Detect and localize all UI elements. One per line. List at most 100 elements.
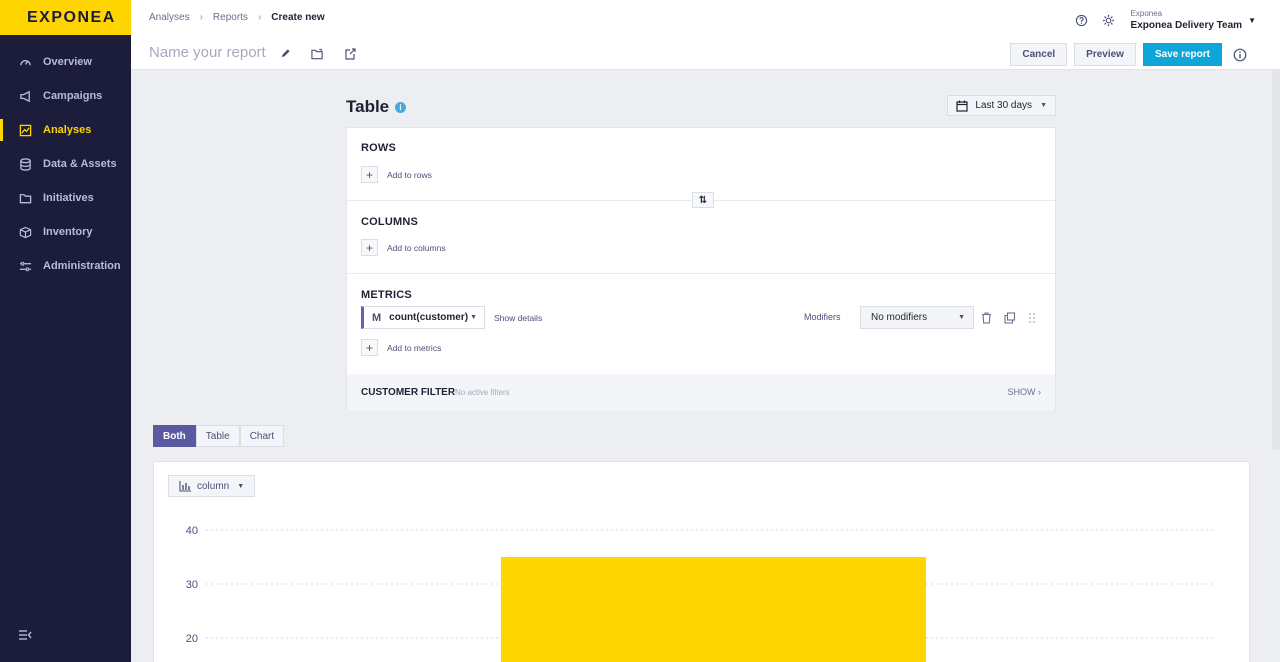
chart-type-value: column: [197, 480, 230, 492]
column-chart-icon: [179, 480, 191, 492]
metric-selector[interactable]: M count(customer) ▼: [361, 306, 485, 329]
chart-bar[interactable]: [501, 557, 926, 662]
exponea-logo[interactable]: EXPONEA: [27, 9, 116, 27]
top-bar: Analyses › Reports › Create new Exponea …: [131, 0, 1280, 70]
chevron-right-icon: ›: [199, 12, 203, 23]
tab-chart[interactable]: Chart: [239, 425, 285, 447]
sidebar-nav: Overview Campaigns Analyses Data & Asset…: [0, 45, 131, 283]
account-switcher[interactable]: Exponea Exponea Delivery Team: [1131, 8, 1243, 32]
rows-section: ROWS + Add to rows: [347, 128, 1055, 201]
y-tick-label: 20: [186, 633, 198, 645]
sidebar-item-label: Analyses: [43, 124, 92, 136]
tab-both[interactable]: Both: [153, 425, 196, 447]
add-to-metrics-button[interactable]: + Add to metrics: [361, 339, 441, 356]
sidebar-item-label: Administration: [43, 260, 121, 272]
info-badge-icon[interactable]: i: [395, 102, 406, 113]
settings-gear-icon[interactable]: [1102, 14, 1115, 27]
sidebar-item-analyses[interactable]: Analyses: [0, 113, 131, 147]
sliders-icon: [18, 259, 32, 273]
metric-row-tools: [981, 312, 1048, 324]
trash-icon[interactable]: [981, 312, 992, 324]
preview-button[interactable]: Preview: [1074, 43, 1136, 66]
customer-filter-show-toggle[interactable]: SHOW ›: [1007, 387, 1041, 397]
columns-section: COLUMNS + Add to columns: [347, 201, 1055, 274]
customer-filter-bar[interactable]: CUSTOMER FILTER No active filters SHOW ›: [347, 374, 1055, 410]
chevron-right-icon: ›: [257, 12, 262, 23]
sidebar-item-label: Initiatives: [43, 192, 94, 204]
show-details-link[interactable]: Show details: [494, 313, 542, 323]
tab-table[interactable]: Table: [195, 425, 240, 447]
sidebar-item-inventory[interactable]: Inventory: [0, 215, 131, 249]
sidebar-item-campaigns[interactable]: Campaigns: [0, 79, 131, 113]
info-icon[interactable]: [1230, 44, 1250, 66]
add-to-rows-label: Add to rows: [387, 169, 432, 180]
column-chart: 40 30 20: [186, 525, 1216, 662]
folder-icon: [18, 191, 32, 205]
sidebar-item-administration[interactable]: Administration: [0, 249, 131, 283]
view-mode-tabs: Both Table Chart: [153, 425, 285, 447]
sidebar-item-label: Overview: [43, 56, 92, 68]
metric-type-badge: M: [372, 311, 382, 324]
breadcrumb-analyses[interactable]: Analyses: [149, 12, 190, 23]
report-actions: Cancel Preview Save report: [1003, 43, 1250, 66]
modifiers-value: No modifiers: [871, 312, 928, 323]
save-report-button[interactable]: Save report: [1142, 43, 1222, 66]
sidebar-item-initiatives[interactable]: Initiatives: [0, 181, 131, 215]
show-label: SHOW: [1007, 387, 1036, 397]
metrics-title: METRICS: [361, 289, 412, 301]
caret-down-icon[interactable]: ▼: [1248, 16, 1256, 25]
rows-title: ROWS: [361, 142, 397, 154]
sidebar: EXPONEA Overview Campaigns Analyses Data…: [0, 0, 131, 662]
help-icon[interactable]: [1075, 14, 1088, 27]
metric-name: count(customer): [389, 312, 469, 323]
sidebar-item-data-assets[interactable]: Data & Assets: [0, 147, 131, 181]
megaphone-icon: [18, 89, 32, 103]
report-name-input[interactable]: Name your report: [149, 44, 266, 61]
page-scrollbar[interactable]: [1272, 70, 1280, 450]
caret-down-icon: ▼: [237, 482, 245, 490]
plus-icon: +: [361, 339, 378, 356]
sidebar-item-label: Inventory: [43, 226, 93, 238]
date-range-select[interactable]: Last 30 days ▼: [947, 95, 1056, 116]
export-icon[interactable]: [344, 48, 356, 60]
add-to-rows-button[interactable]: + Add to rows: [361, 166, 432, 183]
duplicate-icon[interactable]: [1004, 312, 1016, 324]
breadcrumb-reports[interactable]: Reports: [213, 12, 248, 23]
drag-handle-icon[interactable]: [1028, 312, 1036, 324]
breadcrumb: Analyses › Reports › Create new: [149, 12, 325, 23]
add-to-columns-button[interactable]: + Add to columns: [361, 239, 446, 256]
pencil-icon[interactable]: [280, 48, 291, 60]
report-builder: ROWS + Add to rows ⇅ COLUMNS + Add to co…: [346, 127, 1056, 410]
plus-icon: +: [361, 166, 378, 183]
breadcrumb-current: Create new: [271, 12, 325, 23]
chart-icon: [18, 123, 32, 137]
builder-title: Table: [346, 97, 390, 116]
logo-bar[interactable]: EXPONEA: [0, 0, 131, 35]
modifiers-select[interactable]: No modifiers ▼: [860, 306, 974, 329]
customer-filter-title: CUSTOMER FILTER: [361, 387, 456, 398]
gauge-icon: [18, 55, 32, 69]
caret-down-icon: ▼: [470, 314, 477, 321]
sidebar-item-label: Campaigns: [43, 90, 103, 102]
caret-down-icon: ▼: [958, 314, 965, 321]
add-to-metrics-label: Add to metrics: [387, 342, 442, 353]
builder-header: Table i Last 30 days ▼: [346, 95, 1056, 123]
add-to-columns-label: Add to columns: [387, 242, 446, 253]
box-icon: [18, 225, 32, 239]
cancel-button[interactable]: Cancel: [1010, 43, 1068, 66]
plus-icon: +: [361, 239, 378, 256]
modifiers-label: Modifiers: [804, 312, 841, 322]
chevron-right-icon: ›: [1038, 387, 1041, 397]
account-org: Exponea: [1130, 9, 1163, 18]
folder-move-icon[interactable]: [311, 48, 324, 60]
sidebar-item-overview[interactable]: Overview: [0, 45, 131, 79]
calendar-icon: [956, 100, 968, 112]
date-range-value: Last 30 days: [975, 100, 1033, 111]
y-tick-label: 40: [186, 525, 198, 537]
chart-type-select[interactable]: column ▼: [168, 475, 256, 497]
collapse-sidebar-icon[interactable]: [18, 628, 32, 646]
top-right-controls: Exponea Exponea Delivery Team ▼: [1061, 8, 1256, 32]
columns-title: COLUMNS: [361, 216, 419, 228]
caret-down-icon: ▼: [1040, 102, 1047, 109]
report-title-tools: [280, 48, 376, 60]
